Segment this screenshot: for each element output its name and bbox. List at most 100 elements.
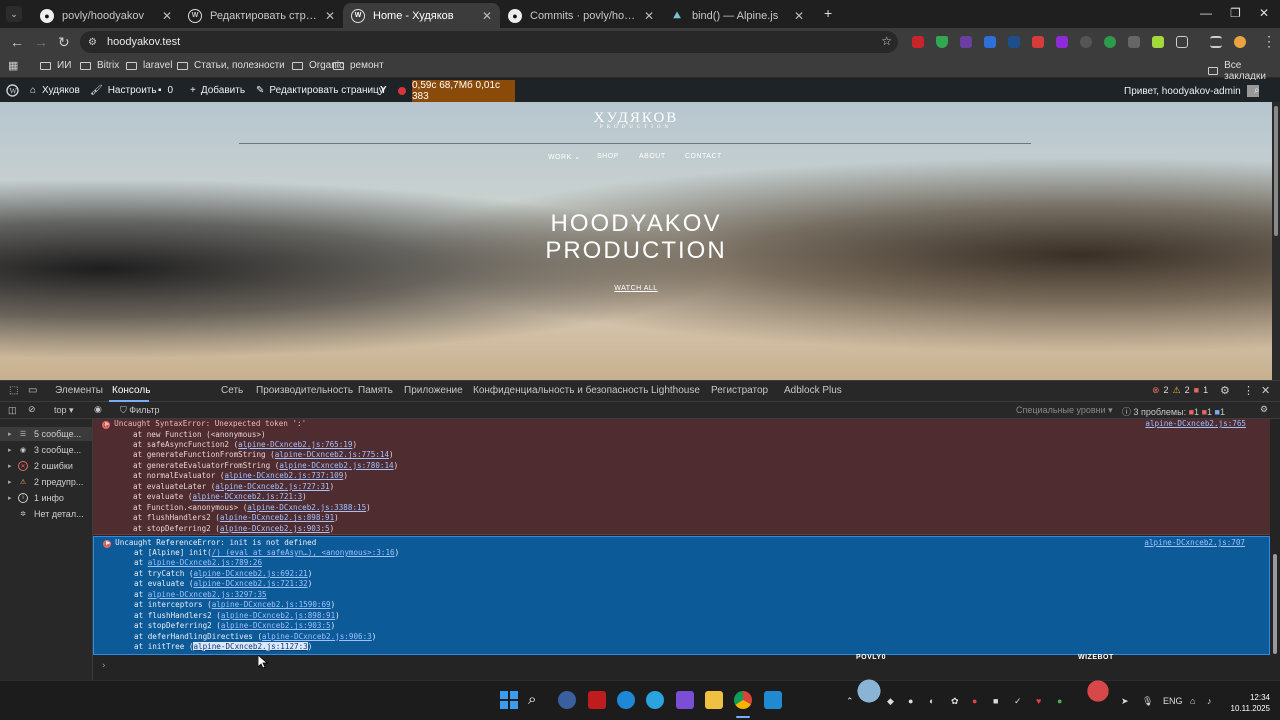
volume-icon[interactable]: ♪ xyxy=(1207,696,1212,706)
bookmark-star-icon[interactable]: ☆ xyxy=(881,34,892,48)
menu-work[interactable]: WORK ⌄ xyxy=(548,153,581,161)
app-icon[interactable] xyxy=(558,691,576,709)
error-source-link[interactable]: alpine-DCxnceb2.js:765 xyxy=(1145,419,1246,428)
error-source-link[interactable]: alpine-DCxnceb2.js:707 xyxy=(1144,538,1245,547)
stack-frame-link[interactable]: alpine-DCxnceb2.js:906:3 xyxy=(262,632,372,641)
language-indicator[interactable]: ENG xyxy=(1163,696,1183,706)
tray-icon[interactable]: ● xyxy=(972,696,977,706)
scrollbar-thumb[interactable] xyxy=(1274,106,1278,236)
all-bookmarks[interactable]: Все закладки xyxy=(1208,60,1280,82)
stack-frame-link[interactable]: alpine-DCxnceb2.js:692:21 xyxy=(193,569,307,578)
stack-frame-link[interactable]: alpine-DCxnceb2.js:903:5 xyxy=(220,524,330,533)
tray-icon[interactable]: ● xyxy=(908,696,913,706)
site-logo[interactable]: ХУДЯКОВ PRODUCTION xyxy=(0,110,1272,130)
site-info-icon[interactable]: ⚙ xyxy=(88,37,97,48)
browser-tab[interactable]: W Редактировать страницу "Ho... ✕ xyxy=(180,3,343,28)
wp-greeting[interactable]: Привет, hoodyakov-admin xyxy=(1124,85,1259,97)
extension-icon[interactable] xyxy=(1032,36,1044,48)
console-scrollbar[interactable] xyxy=(1270,419,1280,680)
stack-frame-link[interactable]: alpine-DCxnceb2.js:903:5 xyxy=(221,621,331,630)
discord-icon[interactable]: ◆ xyxy=(887,696,894,707)
stack-frame-link[interactable]: alpine-DCxnceb2.js:1127:3 xyxy=(193,642,308,652)
console-error-message[interactable]: ✕ ▶ Uncaught SyntaxError: Unexpected tok… xyxy=(93,419,1270,535)
browser-tab[interactable]: W Home - Худяков ✕ xyxy=(343,3,500,28)
stack-frame-link[interactable]: alpine-DCxnceb2.js:898:91 xyxy=(220,513,334,522)
tray-icon[interactable]: ✓ xyxy=(1014,696,1022,707)
close-icon[interactable]: ✕ xyxy=(794,9,804,23)
devtools-tab[interactable]: Элементы xyxy=(55,385,103,396)
sidebar-item[interactable]: ✲ Нет детал... xyxy=(8,507,84,521)
microphone-icon[interactable]: 🎙 xyxy=(1142,696,1153,707)
stack-frame-link[interactable]: alpine-DCxnceb2.js:775:14 xyxy=(275,450,389,459)
devtools-tab[interactable]: Приложение xyxy=(404,385,463,396)
extension-icon[interactable] xyxy=(1080,36,1092,48)
problems-link[interactable]: ⓘ 3 проблемы: ■1 ■1 ■1 xyxy=(1122,405,1225,418)
close-icon[interactable]: ✕ xyxy=(162,9,172,23)
browser-tab[interactable]: ⛰ bind() — Alpine.js ✕ xyxy=(662,3,812,28)
extension-icon[interactable] xyxy=(984,36,996,48)
watch-all-link[interactable]: WATCH ALL xyxy=(0,285,1272,292)
telegram-icon[interactable] xyxy=(646,691,664,709)
search-icon[interactable]: ⌕ xyxy=(1254,85,1260,96)
stack-frame-link[interactable]: alpine-DCxnceb2.js:721:3 xyxy=(192,492,302,501)
bookmark-folder[interactable]: Bitrix xyxy=(80,60,119,71)
tab-search-button[interactable]: ⌄ xyxy=(6,6,22,22)
extension-icon[interactable] xyxy=(1128,36,1140,48)
console-settings-icon[interactable]: ⚙ xyxy=(1260,404,1268,415)
devtools-tab[interactable]: Память xyxy=(358,385,393,396)
extension-icon[interactable] xyxy=(960,36,972,48)
stack-frame-link[interactable]: alpine-DCxnceb2.js:737:109 xyxy=(224,471,343,480)
devtools-tab[interactable]: Консоль xyxy=(112,385,150,396)
error-heading[interactable]: ▶ Uncaught SyntaxError: Unexpected token… xyxy=(105,419,306,429)
vscode-icon[interactable] xyxy=(764,691,782,709)
wp-add-link[interactable]: + Добавить xyxy=(190,85,245,96)
stack-frame-link[interactable]: alpine-DCxnceb2.js:721:32 xyxy=(193,579,307,588)
close-icon[interactable]: ✕ xyxy=(1261,384,1270,397)
issue-counters[interactable]: ⊗ 2 ⚠ 2 ■ 1 xyxy=(1152,385,1208,396)
address-bar[interactable]: ⚙ hoodyakov.test ☆ xyxy=(80,31,898,53)
menu-about[interactable]: ABOUT xyxy=(639,153,666,160)
filezilla-icon[interactable] xyxy=(588,691,606,709)
menu-dots-icon[interactable]: ⋮ xyxy=(1262,33,1276,50)
extension-icon[interactable] xyxy=(1008,36,1020,48)
devtools-tab[interactable]: Производительность xyxy=(256,385,353,396)
devtools-tab[interactable]: Adblock Plus xyxy=(784,385,842,396)
log-levels-select[interactable]: Специальные уровни ▾ xyxy=(1016,405,1113,416)
bookmark-folder[interactable]: ИИ xyxy=(40,60,71,71)
stack-frame-link[interactable]: alpine-DCxnceb2.js:789:26 xyxy=(148,558,262,567)
edge-icon[interactable] xyxy=(617,691,635,709)
devtools-tab[interactable]: Конфиденциальность и безопасность xyxy=(473,385,648,396)
puzzle-icon[interactable] xyxy=(1176,36,1188,48)
extension-icon[interactable] xyxy=(1056,36,1068,48)
back-button[interactable]: ← xyxy=(10,34,24,50)
bookmark-folder[interactable]: Статьи, полезности xyxy=(177,60,285,71)
devtools-tab[interactable]: Lighthouse xyxy=(651,385,700,396)
filter-input[interactable]: ⛉ Фильтр xyxy=(120,405,160,416)
tray-icon[interactable]: ■ xyxy=(993,696,998,706)
tray-icon[interactable]: ✿ xyxy=(951,696,959,707)
yoast-icon[interactable]: Y xyxy=(380,85,387,96)
query-monitor-stats[interactable]: 0,59с 68,7Мб 0,01с 383 xyxy=(412,80,515,102)
stack-frame-link[interactable]: alpine-DCxnceb2.js:765:19 xyxy=(238,440,352,449)
reload-button[interactable]: ↻ xyxy=(58,34,70,51)
chrome-icon[interactable] xyxy=(734,691,752,709)
wordpress-logo-icon[interactable]: W xyxy=(6,84,19,97)
stack-frame-link[interactable]: alpine-DCxnceb2.js:780:14 xyxy=(279,461,393,470)
stack-frame-link[interactable]: alpine-DCxnceb2.js:3388:15 xyxy=(247,503,366,512)
devtools-tab[interactable]: Регистратор xyxy=(711,385,768,396)
clock[interactable]: 12:34 10.11.2025 xyxy=(1228,692,1270,714)
tray-icon[interactable]: ● xyxy=(1057,696,1062,706)
wp-customize-link[interactable]: 🖌 Настроить xyxy=(90,85,157,96)
steam-icon[interactable]: ◐ xyxy=(929,696,934,706)
gear-icon[interactable]: ⚙ xyxy=(1220,384,1230,397)
minimize-button[interactable]: — xyxy=(1200,6,1212,20)
scrollbar-thumb[interactable] xyxy=(1273,554,1277,654)
maximize-button[interactable]: ❐ xyxy=(1230,6,1241,20)
close-icon[interactable]: ✕ xyxy=(325,9,335,23)
sidebar-item[interactable]: ▸ ✕ 2 ошибки xyxy=(8,459,73,473)
stack-frame-link[interactable]: /) (eval at safeAsyn…), <anonymous>:3:16 xyxy=(212,548,395,557)
tray-icon[interactable]: ♥ xyxy=(1036,696,1041,706)
devtools-tab[interactable]: Сеть xyxy=(221,385,243,396)
stack-frame-link[interactable]: alpine-DCxnceb2.js:3297:35 xyxy=(148,590,267,599)
eye-icon[interactable]: ◉ xyxy=(94,404,102,415)
